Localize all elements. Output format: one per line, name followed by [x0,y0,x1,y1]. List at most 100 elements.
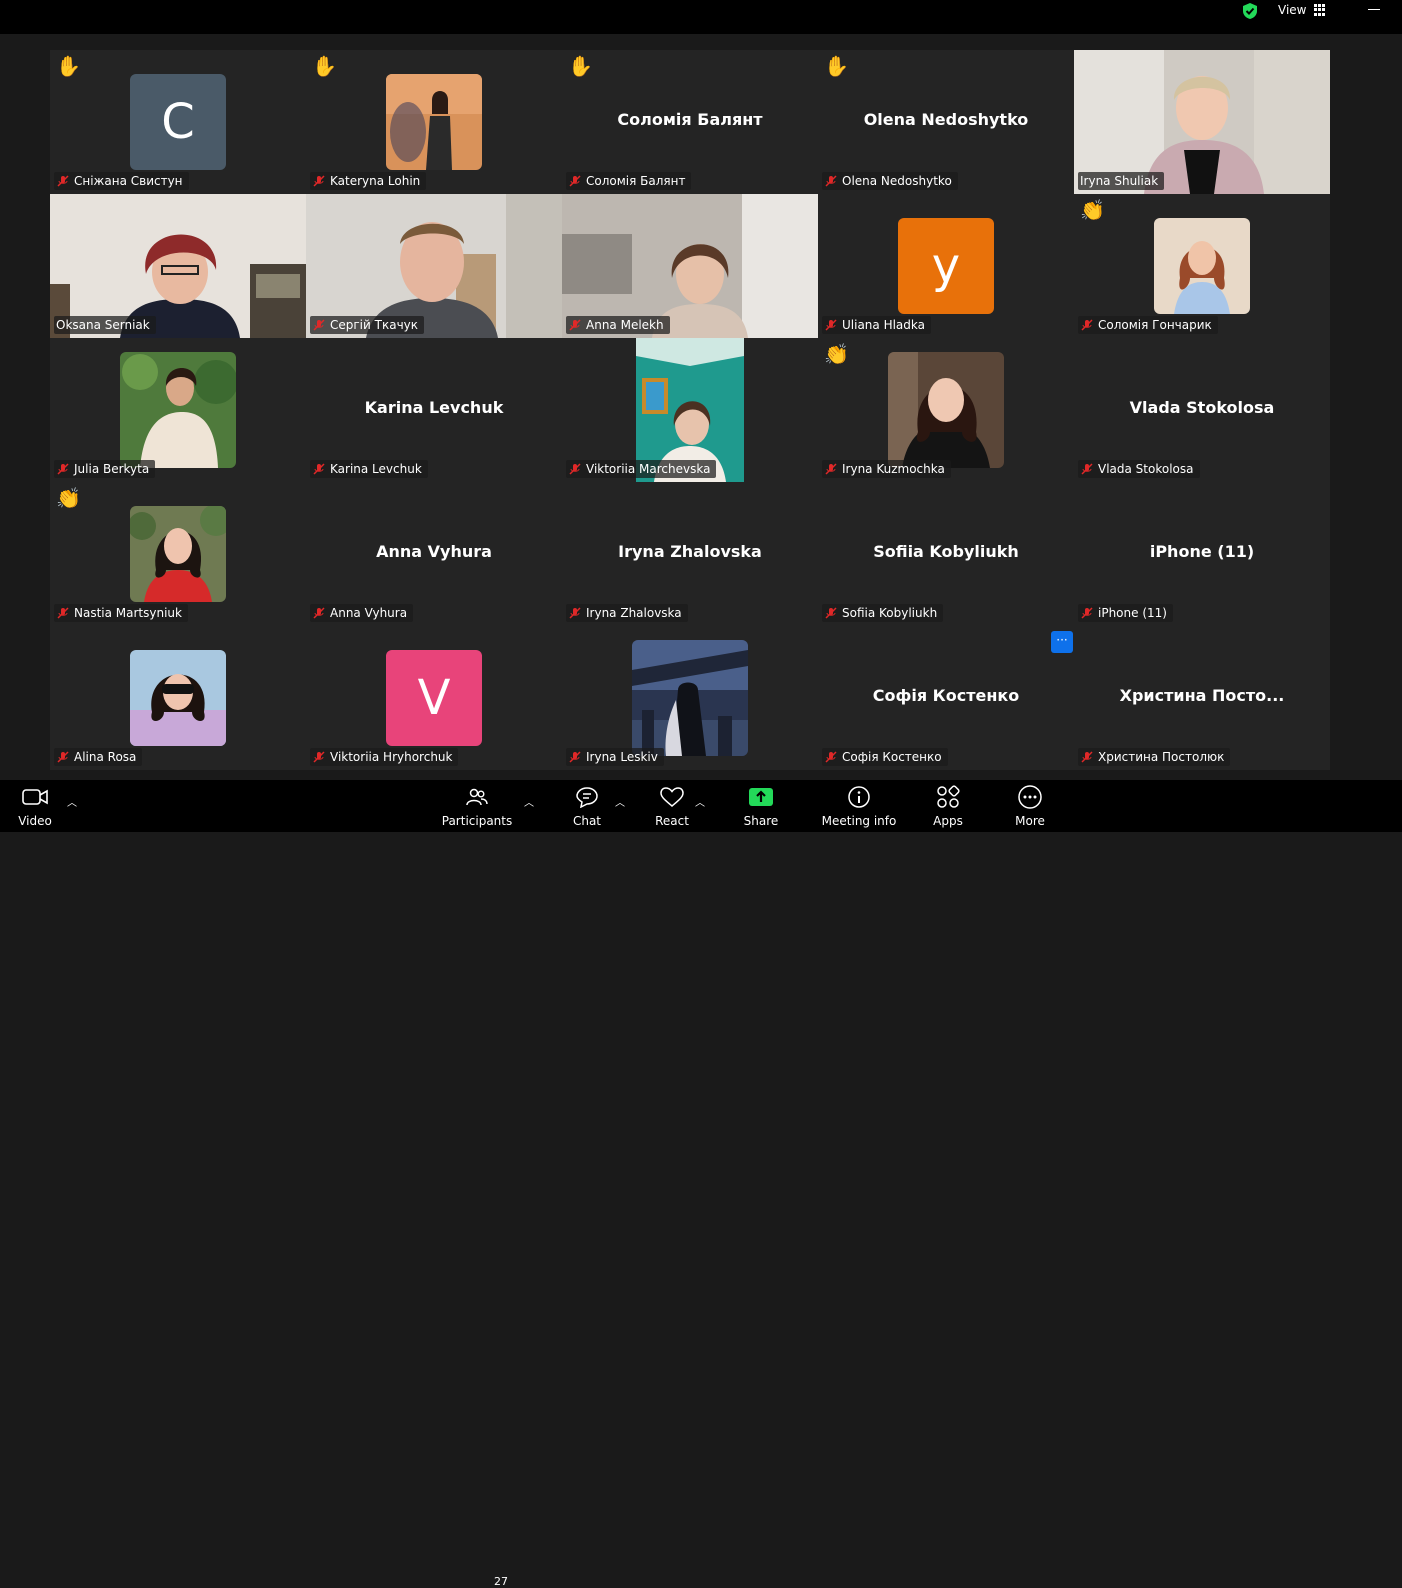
participant-tile[interactable]: y Uliana Hladka [818,194,1074,338]
participant-tile[interactable]: ✋ C Сніжана Свистун [50,50,306,194]
participant-name: Julia Berkyta [74,462,150,476]
participant-name-label: Kateryna Lohin [310,172,427,190]
muted-mic-icon [57,175,69,187]
participant-tile[interactable]: Софія Костенко Софія Костенко [818,626,1074,770]
participant-name-label: iPhone (11) [1078,604,1173,622]
participant-tile[interactable]: Сергій Ткачук [306,194,562,338]
profile-photo [386,74,482,170]
participants-label: Participants [441,814,513,828]
participant-tile[interactable]: 👏 Nastia Martsyniuk [50,482,306,626]
participant-tile[interactable]: Vlada Stokolosa Vlada Stokolosa [1074,338,1330,482]
video-options-caret-icon[interactable]: ︿ [67,794,77,809]
encryption-shield-icon[interactable] [1241,2,1259,20]
profile-photo [120,352,236,468]
chat-button[interactable]: Chat [572,780,602,832]
participant-name-label: Julia Berkyta [54,460,156,478]
view-button[interactable]: View [1278,3,1326,17]
react-options-caret-icon[interactable]: ︿ [695,794,705,809]
muted-mic-icon [1081,751,1093,763]
participant-name: Iryna Kuzmochka [842,462,945,476]
participant-name: Соломія Гончарик [1098,318,1212,332]
profile-photo [632,640,748,756]
muted-mic-icon [57,607,69,619]
clap-reaction-icon: 👏 [1080,198,1105,222]
apps-button[interactable]: Apps [932,780,964,832]
top-bar: View [0,0,1402,34]
participant-name-label: Iryna Leskiv [566,748,664,766]
participant-name: Alina Rosa [74,750,137,764]
participant-tile[interactable]: Alina Rosa [50,626,306,770]
tile-more-options-button[interactable]: ··· [1051,631,1073,653]
participant-name: Софія Костенко [842,750,942,764]
share-button[interactable]: Share [743,780,779,832]
participant-name-label: Viktoriia Marchevska [566,460,717,478]
participant-tile[interactable]: Iryna Zhalovska Iryna Zhalovska [562,482,818,626]
participant-name-label: Сергій Ткачук [310,316,425,334]
participant-tile[interactable]: Anna Melekh [562,194,818,338]
participant-tile[interactable]: ✋ Olena Nedoshytko Olena Nedoshytko [818,50,1074,194]
muted-mic-icon [313,463,325,475]
meeting-info-button[interactable]: Meeting info [822,780,896,832]
chat-label: Chat [572,814,602,828]
participant-tile[interactable]: 👏 Соломія Гончарик [1074,194,1330,338]
participant-tile[interactable]: Anna Vyhura Anna Vyhura [306,482,562,626]
participant-name-label: Сніжана Свистун [54,172,189,190]
participants-options-caret-icon[interactable]: ︿ [524,794,534,809]
video-button[interactable]: Video [18,780,52,832]
muted-mic-icon [1081,607,1093,619]
more-icon [1018,785,1042,809]
participant-display-name: Христина Посто... [1119,686,1285,705]
participant-name: Сніжана Свистун [74,174,183,188]
participant-display-name: Karina Levchuk [364,398,504,417]
participant-name: Anna Vyhura [330,606,408,620]
view-label: View [1278,3,1307,17]
minimize-icon[interactable] [1368,9,1380,10]
participant-name: Uliana Hladka [842,318,925,332]
participant-tile[interactable]: Iryna Shuliak [1074,50,1330,194]
participant-tile[interactable]: Sofiia Kobyliukh Sofiia Kobyliukh [818,482,1074,626]
participant-name-label: Alina Rosa [54,748,143,766]
participant-name: Iryna Leskiv [586,750,658,764]
more-button[interactable]: More [1014,780,1046,832]
avatar: C [130,74,226,170]
participant-name: Viktoriia Marchevska [586,462,711,476]
avatar: y [898,218,994,314]
profile-photo [1154,218,1250,314]
muted-mic-icon [313,319,325,331]
participants-button[interactable]: Participants [442,780,512,832]
clap-reaction-icon: 👏 [824,342,849,366]
muted-mic-icon [313,175,325,187]
video-camera-icon [22,789,48,805]
participant-tile[interactable]: 👏 Iryna Kuzmochka [818,338,1074,482]
participant-name: Anna Melekh [586,318,664,332]
participant-tile-active-speaker[interactable]: Oksana Serniak [50,194,306,338]
profile-photo [888,352,1004,468]
participant-tile[interactable]: Julia Berkyta [50,338,306,482]
participant-name: Христина Постолюк [1098,750,1225,764]
participant-display-name: Iryna Zhalovska [618,542,762,561]
participant-tile[interactable]: Христина Посто... Христина Постолюк [1074,626,1330,770]
participant-name: Vlada Stokolosa [1098,462,1194,476]
chat-options-caret-icon[interactable]: ︿ [615,794,625,809]
profile-photo [130,506,226,602]
muted-mic-icon [569,463,581,475]
participant-tile[interactable]: V Viktoriia Hryhorchuk [306,626,562,770]
participant-tile[interactable]: ✋ Соломія Балянт Соломія Балянт [562,50,818,194]
muted-mic-icon [569,175,581,187]
react-button[interactable]: React [655,780,689,832]
participant-tile[interactable]: iPhone (11) iPhone (11) [1074,482,1330,626]
participant-tile[interactable]: Karina Levchuk Karina Levchuk [306,338,562,482]
video-label: Video [18,814,52,828]
participant-tile[interactable]: Iryna Leskiv [562,626,818,770]
muted-mic-icon [569,607,581,619]
muted-mic-icon [569,319,581,331]
participant-display-name: Софія Костенко [872,686,1020,705]
react-label: React [655,814,689,828]
muted-mic-icon [825,463,837,475]
participant-name-label: Oksana Serniak [54,316,156,334]
muted-mic-icon [1081,319,1093,331]
participant-tile[interactable]: ✋ Kateryna Lohin [306,50,562,194]
participant-tile[interactable]: Viktoriia Marchevska [562,338,818,482]
raised-hand-icon: ✋ [568,54,593,78]
participant-name-label: Karina Levchuk [310,460,428,478]
